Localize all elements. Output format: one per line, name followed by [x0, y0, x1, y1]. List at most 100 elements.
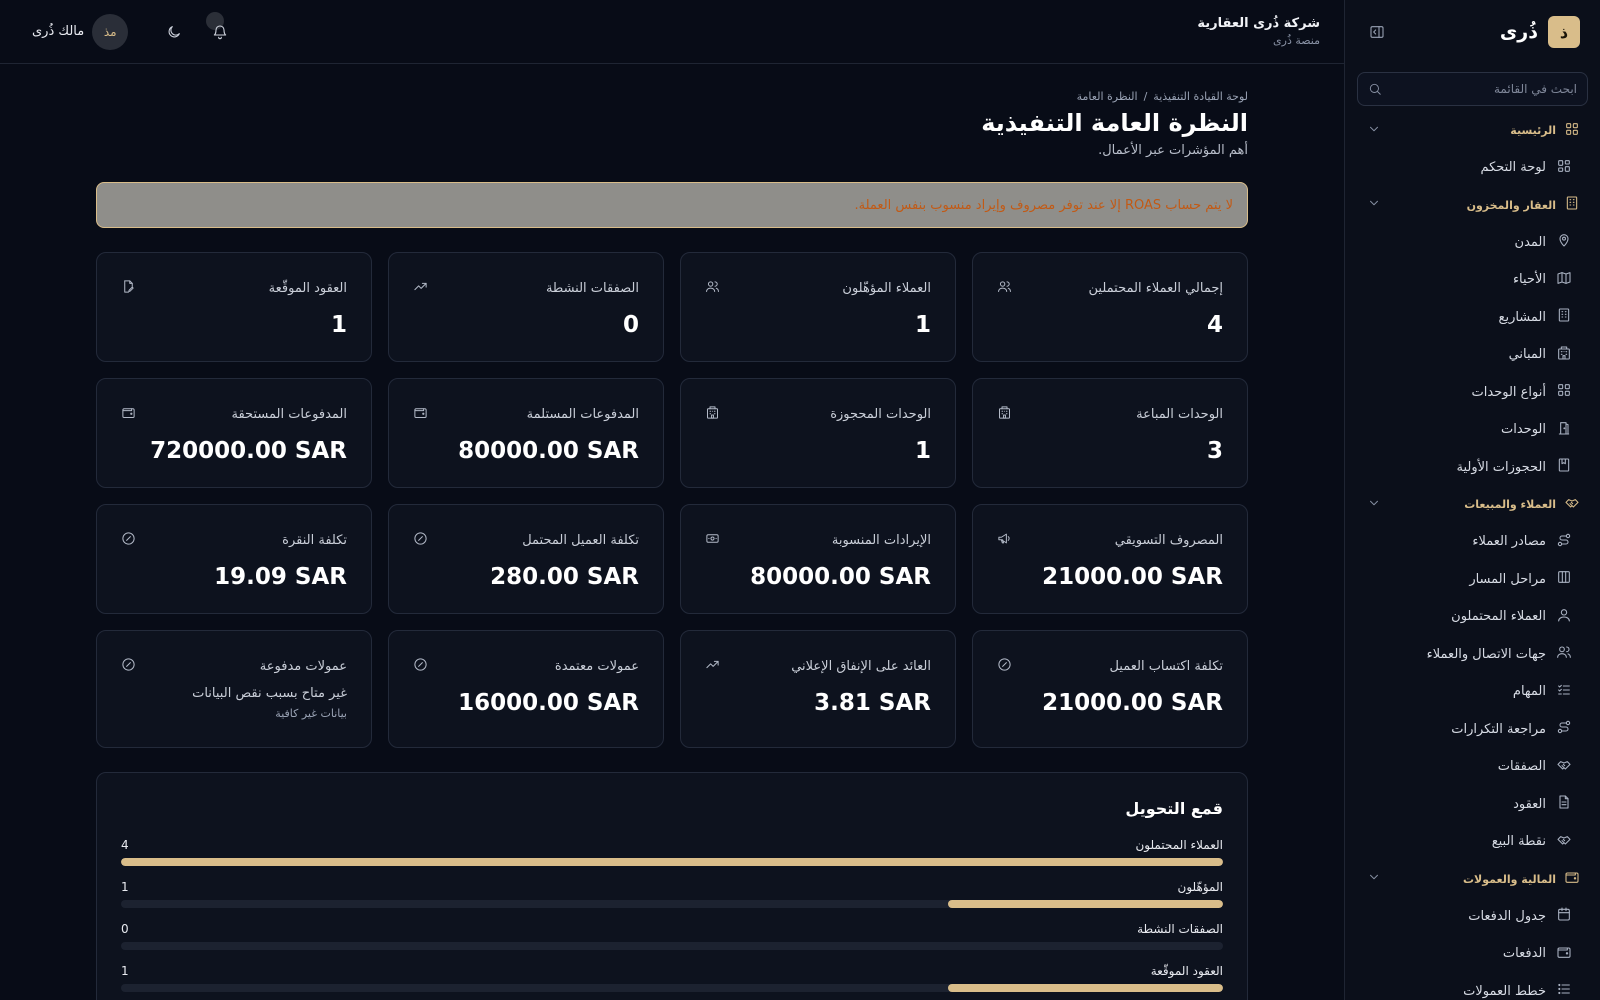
sidebar-group-label: المالية والعمولات [1463, 872, 1556, 886]
sidebar-item[interactable]: الأحياء [1357, 261, 1588, 299]
funnel-title: قمع التحويل [1125, 799, 1223, 818]
sidebar-item[interactable]: لوحة التحكم [1357, 149, 1588, 187]
kpi-card: عمولات مدفوعة غير متاح بسبب نقص البيانات ب… [96, 630, 372, 748]
trend-up-icon [414, 282, 427, 291]
funnel-stage-label: العملاء المحتملون [1135, 838, 1223, 852]
conversion-funnel: قمع التحويل العملاء المحتملون 4 المؤهّلون 1… [96, 772, 1248, 1000]
sidebar-item[interactable]: العملاء المحتملون [1357, 598, 1588, 636]
sidebar-item[interactable]: نقطة البيع [1357, 823, 1588, 861]
kpi-card: تكلفة العميل المحتمل 280.00 SAR [388, 504, 664, 614]
sidebar-group-label: العملاء والمبيعات [1464, 498, 1556, 511]
company-info: شركة ذُرى العقارية منصة ذُرى [1197, 16, 1320, 47]
sidebar-group-3[interactable]: المالية والعمولات [1357, 861, 1588, 898]
theme-toggle-button[interactable] [156, 14, 192, 50]
buildings-icon [1558, 346, 1570, 360]
breadcrumb: لوحة القيادة التنفيذية / النظرة العامة [96, 90, 1248, 103]
kpi-card: الوحدات المباعة 3 [972, 378, 1248, 488]
funnel-row: العقود الموقّعة 1 [121, 964, 1223, 992]
breadcrumb-item-root[interactable]: لوحة القيادة التنفيذية [1153, 90, 1248, 103]
sidebar-item-label: لوحة التحكم [1480, 160, 1546, 176]
kpi-value: 16000.00 SAR [458, 690, 639, 716]
sidebar-item-label: الدفعات [1502, 946, 1546, 962]
sidebar-item[interactable]: مراحل المسار [1357, 561, 1588, 599]
map-pin-icon [1559, 234, 1569, 247]
handshake-icon [1565, 498, 1579, 508]
funnel-stage-label: المؤهّلون [1177, 880, 1223, 894]
kpi-label: تكلفة النقرة [282, 533, 347, 548]
gauge-icon [122, 532, 135, 545]
funnel-bar-track [121, 858, 1223, 866]
sidebar-item[interactable]: الدفعات [1357, 935, 1588, 973]
page-subtitle: أهم المؤشرات عبر الأعمال. [1098, 143, 1248, 158]
search-icon [1369, 83, 1381, 95]
sidebar-item[interactable]: الوحدات [1357, 411, 1588, 449]
sidebar-item-label: أنواع الوحدات [1471, 384, 1546, 400]
gauge-icon [998, 658, 1011, 671]
sidebar-item-label: المباني [1508, 347, 1546, 363]
page-title: النظرة العامة التنفيذية [981, 109, 1248, 137]
brand-logo[interactable]: ذ ذُرى [1500, 16, 1580, 48]
sidebar-item[interactable]: العقود [1357, 786, 1588, 824]
sidebar-item[interactable]: خطط العمولات [1357, 973, 1588, 1000]
banknote-icon [706, 534, 719, 543]
sidebar-item[interactable]: مراجعة التكرارات [1357, 711, 1588, 749]
sidebar-item[interactable]: أنواع الوحدات [1357, 374, 1588, 412]
funnel-rows: العملاء المحتملون 4 المؤهّلون 1 الصفقات النش… [121, 838, 1223, 992]
grid-icon [1558, 384, 1570, 397]
kpi-card: إجمالي العملاء المحتملين 4 [972, 252, 1248, 362]
funnel-bar-track [121, 984, 1223, 992]
kpi-card: المدفوعات المستحقة 720000.00 SAR [96, 378, 372, 488]
kpi-label: العائد على الإنفاق الإعلاني [791, 659, 931, 674]
kpi-label: تكلفة العميل المحتمل [522, 533, 639, 548]
user-menu[interactable]: مالك ذُرى مذ [32, 13, 129, 50]
header-actions: مالك ذُرى مذ [32, 11, 238, 50]
megaphone-icon [998, 533, 1010, 544]
funnel-row: الصفقات النشطة 0 [121, 922, 1223, 950]
sidebar-group-heading: الرئيسية [1510, 121, 1580, 141]
sidebar-item-label: مراحل المسار [1469, 571, 1546, 587]
sidebar-group-0[interactable]: الرئيسية [1357, 112, 1588, 149]
grid-icon [1566, 122, 1578, 135]
kpi-value: 3.81 SAR [814, 690, 931, 716]
notifications-button[interactable] [202, 11, 238, 50]
sidebar-item-label: جهات الاتصال والعملاء [1426, 646, 1546, 662]
funnel-stage-value: 1 [121, 880, 129, 894]
sidebar-item-label: العملاء المحتملون [1451, 609, 1546, 625]
sidebar-group-label: العقار والمخزون [1466, 198, 1556, 212]
sidebar-item[interactable]: جدول الدفعات [1357, 898, 1588, 936]
sidebar-item[interactable]: مصادر العملاء [1357, 523, 1588, 561]
route-icon [1557, 533, 1571, 546]
funnel-stage-value: 0 [121, 922, 129, 936]
funnel-stage-label: العقود الموقّعة [1150, 964, 1223, 978]
sidebar-item[interactable]: المدن [1357, 224, 1588, 262]
moon-icon [168, 25, 181, 37]
brand-name: ذُرى [1499, 21, 1538, 43]
bell-icon [214, 24, 227, 39]
top-header: شركة ذُرى العقارية منصة ذُرى مالك ذُرى م… [0, 0, 1344, 64]
sidebar-item[interactable]: المشاريع [1357, 299, 1588, 337]
buildings-icon [999, 406, 1010, 419]
alert-text: لا يتم حساب ROAS إلا عند توفر مصروف وإير… [854, 197, 1233, 213]
sidebar-group-1[interactable]: العقار والمخزون [1357, 187, 1588, 224]
sidebar-item[interactable]: جهات الاتصال والعملاء [1357, 636, 1588, 674]
sidebar-item[interactable]: الصفقات [1357, 748, 1588, 786]
funnel-bar-track [121, 942, 1223, 950]
sidebar-item[interactable]: المهام [1357, 673, 1588, 711]
kpi-label: المدفوعات المستحقة [231, 407, 347, 422]
handshake-icon [1557, 760, 1571, 770]
users-icon [1557, 646, 1571, 659]
sidebar-item[interactable]: الحجوزات الأولية [1357, 449, 1588, 487]
sidebar-group-2[interactable]: العملاء والمبيعات [1357, 486, 1588, 523]
kpi-card: الوحدات المحجوزة 1 [680, 378, 956, 488]
sidebar-search-input[interactable] [1390, 82, 1577, 96]
chevron-down-icon [1370, 200, 1378, 206]
kpi-value: 720000.00 SAR [150, 438, 347, 464]
sidebar-item[interactable]: المباني [1357, 336, 1588, 374]
sidebar-item-label: الصفقات [1497, 759, 1546, 775]
chevron-down-icon [1370, 500, 1378, 505]
user-icon [1558, 608, 1570, 622]
kanban-icon [1558, 571, 1570, 584]
kpi-value: 280.00 SAR [490, 564, 639, 590]
kpi-label: المدفوعات المستلمة [526, 407, 639, 422]
sidebar-collapse-button[interactable] [1363, 18, 1391, 46]
